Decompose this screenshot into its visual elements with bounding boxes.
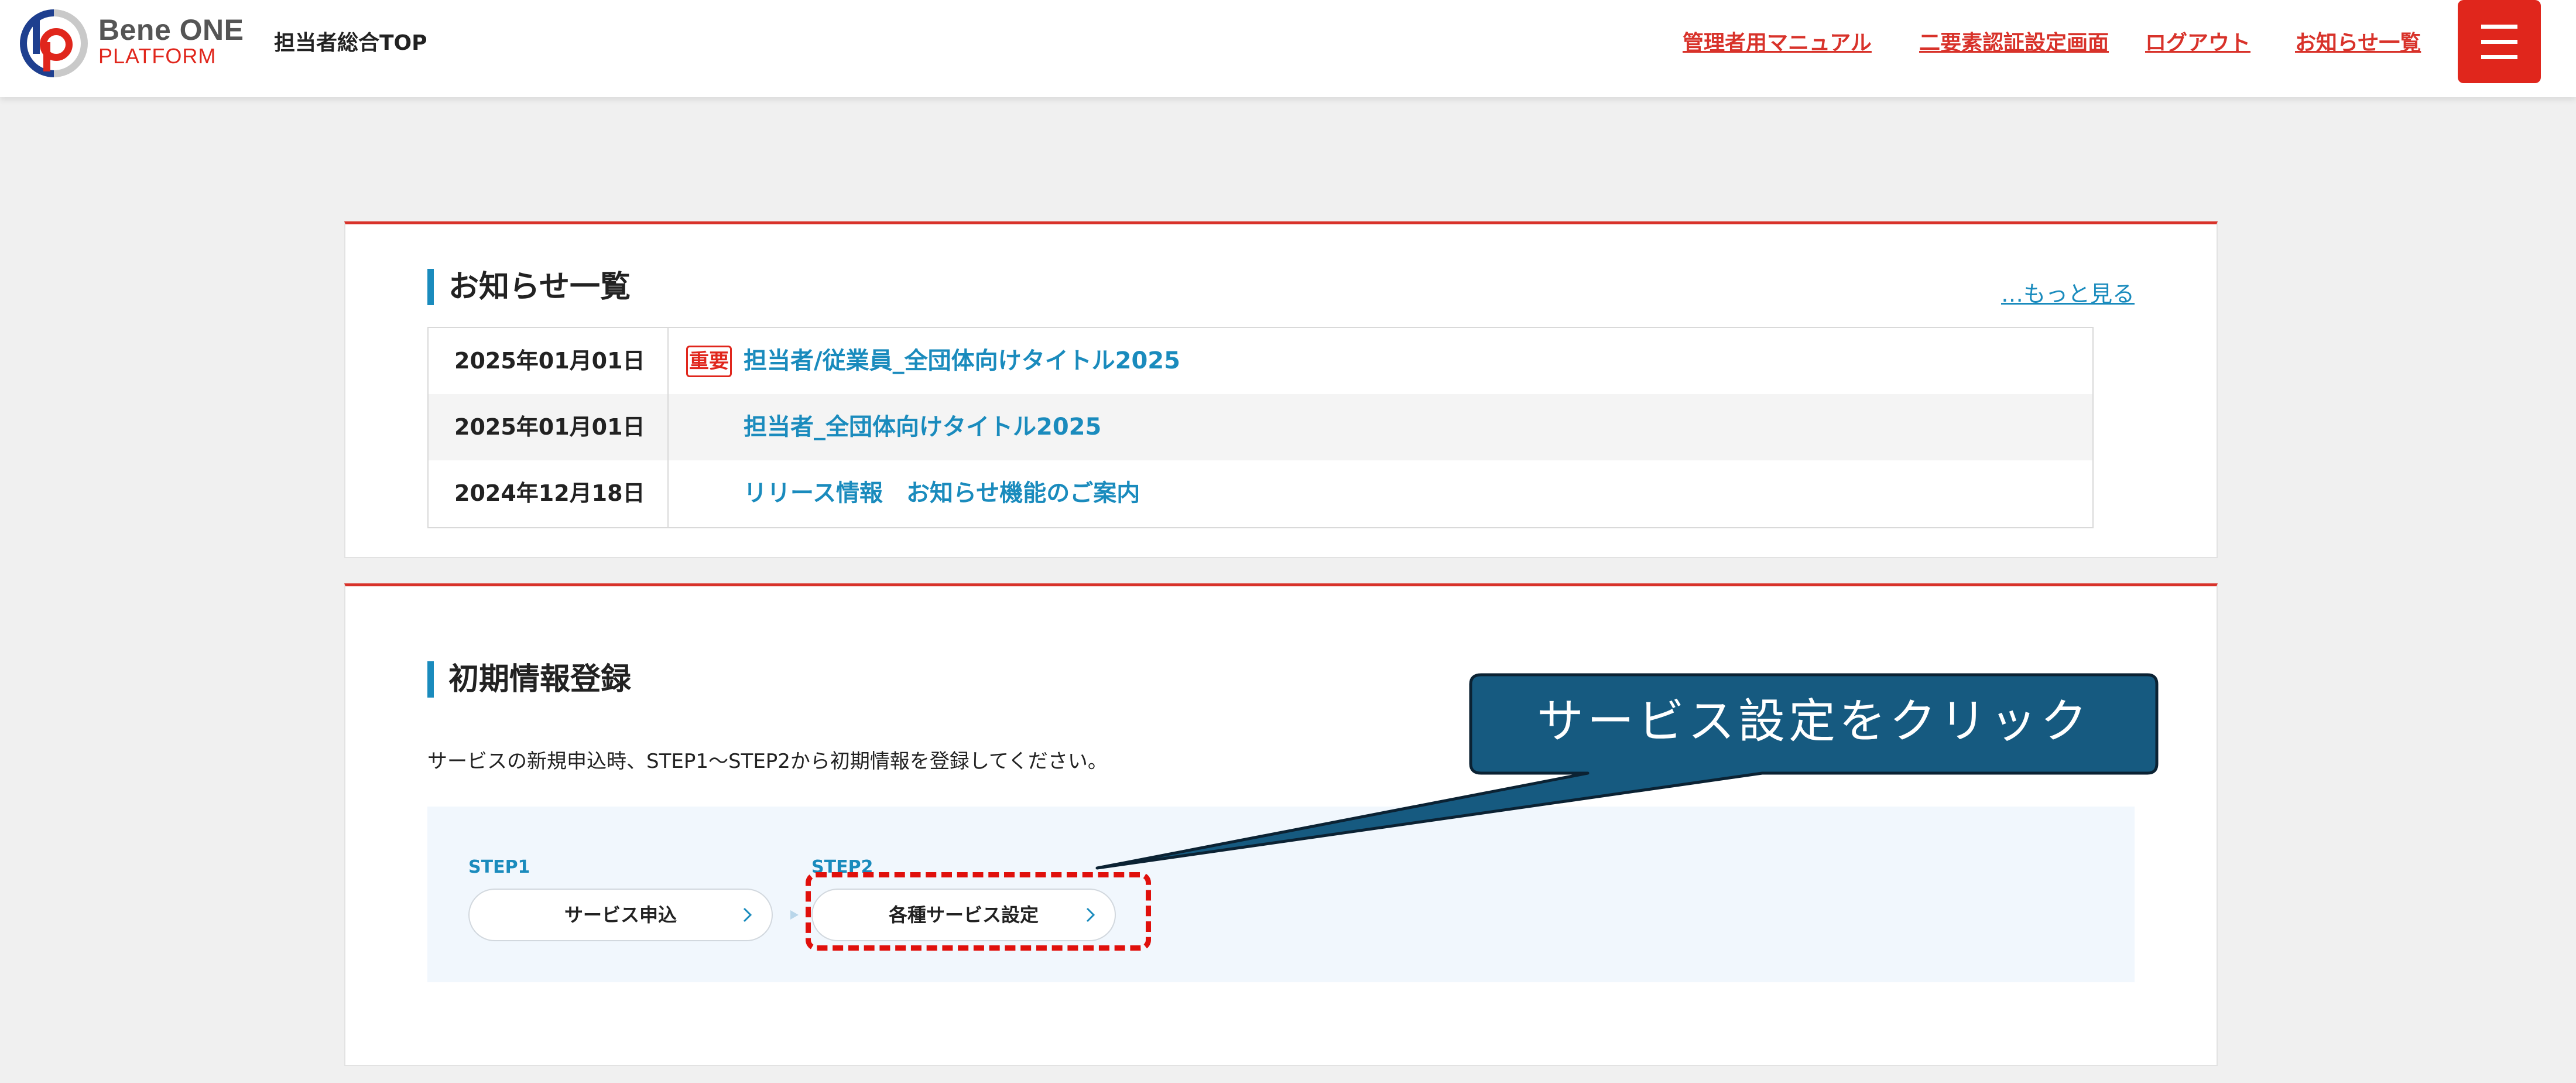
chevron-right-icon <box>743 907 752 923</box>
highlight-dashed-box <box>806 872 1151 951</box>
bene-one-logo-icon[interactable] <box>18 7 90 80</box>
news-table: 2025年01月01日 重要 担当者/従業員_全団体向けタイトル2025 202… <box>427 327 2094 528</box>
news-more-link[interactable]: …もっと見る <box>2001 276 2135 308</box>
nav-admin-manual[interactable]: 管理者用マニュアル <box>1683 29 1872 57</box>
callout-text: サービス設定をクリック <box>1537 694 2091 749</box>
news-row: 2025年01月01日 重要 担当者/従業員_全団体向けタイトル2025 <box>429 328 2092 394</box>
hamburger-icon <box>2481 25 2517 29</box>
news-row: 2024年12月18日 リリース情報 お知らせ機能のご案内 <box>429 460 2092 527</box>
news-card: お知らせ一覧 …もっと見る 2025年01月01日 重要 担当者/従業員_全団体… <box>344 221 2218 558</box>
initial-heading: 初期情報登録 <box>427 660 631 699</box>
news-date: 2025年01月01日 <box>454 414 645 440</box>
news-title-link[interactable]: 担当者/従業員_全団体向けタイトル2025 <box>744 328 1180 394</box>
steps-panel: STEP1 サービス申込 STEP2 各種サービス設定 <box>427 807 2135 982</box>
nav-two-factor-settings[interactable]: 二要素認証設定画面 <box>1919 29 2109 57</box>
important-badge: 重要 <box>686 346 732 377</box>
nav-logout[interactable]: ログアウト <box>2145 29 2250 57</box>
service-application-button[interactable]: サービス申込 <box>468 889 773 941</box>
news-row: 2025年01月01日 担当者_全団体向けタイトル2025 <box>429 394 2092 460</box>
brand-name: Bene ONE <box>98 13 244 46</box>
news-heading: お知らせ一覧 <box>427 268 631 306</box>
news-date: 2024年12月18日 <box>454 480 645 506</box>
page-title: 担当者総合TOP <box>274 31 427 55</box>
initial-intro-text: サービスの新規申込時、STEP1〜STEP2から初期情報を登録してください。 <box>427 750 1108 773</box>
hamburger-menu-button[interactable] <box>2458 0 2541 83</box>
table-column-divider <box>667 328 669 527</box>
initial-registration-card: 初期情報登録 サービスの新規申込時、STEP1〜STEP2から初期情報を登録して… <box>344 583 2218 1066</box>
news-title-link[interactable]: リリース情報 お知らせ機能のご案内 <box>744 460 1140 527</box>
service-application-label: サービス申込 <box>564 904 677 926</box>
news-date: 2025年01月01日 <box>454 348 645 374</box>
news-title-link[interactable]: 担当者_全団体向けタイトル2025 <box>744 394 1101 460</box>
step-arrow-icon <box>790 910 799 920</box>
brand-subtitle: PLATFORM <box>98 44 217 68</box>
step1-label: STEP1 <box>468 857 530 877</box>
app-header: Bene ONE PLATFORM 担当者総合TOP 管理者用マニュアル 二要素… <box>0 0 2576 97</box>
nav-news-list[interactable]: お知らせ一覧 <box>2295 29 2421 57</box>
